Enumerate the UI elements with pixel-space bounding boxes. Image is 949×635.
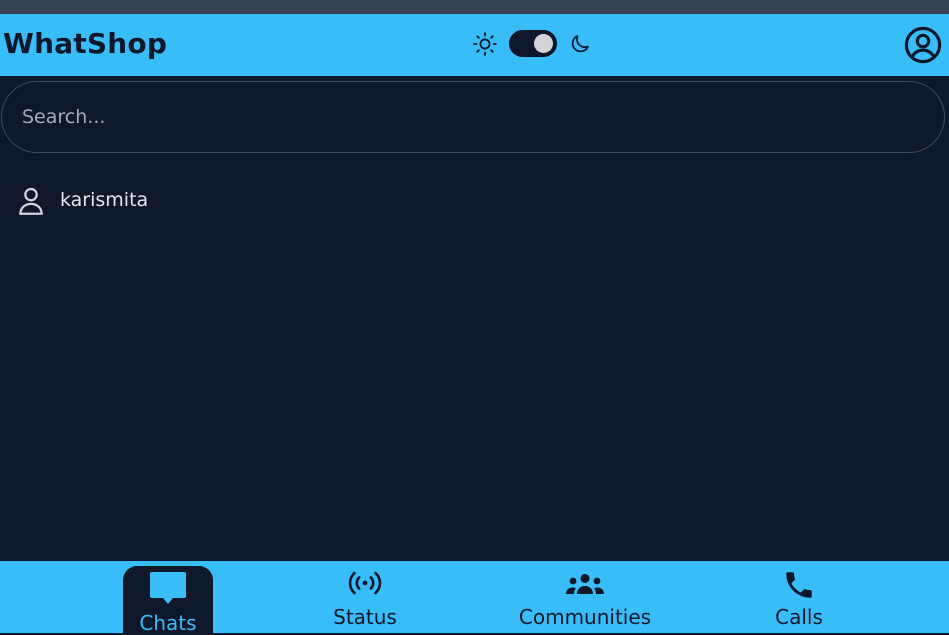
- users-group-icon: [566, 574, 604, 594]
- nav-chats[interactable]: Chats: [123, 566, 213, 635]
- app-header: WhatShop: [0, 14, 949, 76]
- nav-chats-label: Chats: [139, 611, 197, 635]
- nav-communities[interactable]: Communities: [510, 561, 660, 633]
- nav-calls-label: Calls: [775, 605, 823, 629]
- user-icon: [19, 187, 43, 215]
- window-top-strip: [0, 0, 949, 14]
- theme-toggle-knob[interactable]: [534, 34, 553, 53]
- chat-bubble-icon: [150, 572, 186, 604]
- nav-status[interactable]: Status: [315, 561, 415, 633]
- nav-calls[interactable]: Calls: [759, 561, 839, 633]
- bottom-navigation: Chats Status Communities Calls: [0, 561, 949, 635]
- user-circle-icon[interactable]: [904, 26, 942, 64]
- broadcast-icon: [348, 571, 382, 595]
- sun-icon[interactable]: [472, 31, 498, 57]
- nav-status-label: Status: [333, 605, 397, 629]
- phone-icon: [786, 572, 812, 598]
- contact-name: karismita: [60, 189, 149, 211]
- nav-communities-label: Communities: [518, 605, 652, 629]
- moon-icon[interactable]: [568, 32, 592, 56]
- search-input[interactable]: [1, 81, 945, 153]
- theme-toggle[interactable]: [509, 30, 557, 57]
- app-title: WhatShop: [3, 27, 168, 60]
